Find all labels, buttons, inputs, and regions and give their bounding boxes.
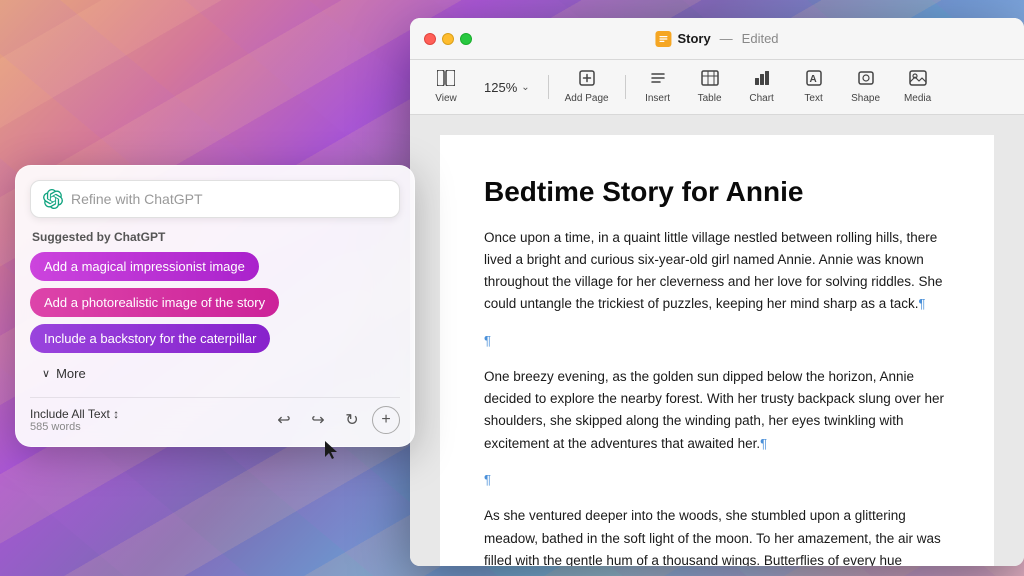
document-area: Bedtime Story for Annie Once upon a time… xyxy=(410,115,1024,566)
pilcrow-4: ¶ xyxy=(484,472,491,487)
zoom-control[interactable]: 125% ⌄ xyxy=(474,76,540,99)
svg-text:A: A xyxy=(809,74,816,85)
chatgpt-logo-icon xyxy=(43,189,63,209)
table-toolbar-item[interactable]: Table xyxy=(686,66,734,108)
suggestion-3-button[interactable]: Include a backstory for the caterpillar xyxy=(30,324,270,353)
edited-badge: Edited xyxy=(742,31,779,46)
document-title: Bedtime Story for Annie xyxy=(484,175,950,209)
chatgpt-input-row[interactable]: Refine with ChatGPT xyxy=(30,180,400,218)
text-label: Text xyxy=(804,93,822,104)
chatgpt-footer: Include All Text ↕ 585 words ↩ ↪ ↻ + xyxy=(30,397,400,434)
paragraph-2: One breezy evening, as the golden sun di… xyxy=(484,366,950,455)
footer-actions: ↩ ↪ ↻ + xyxy=(270,406,400,434)
undo-button[interactable]: ↩ xyxy=(270,406,298,434)
media-label: Media xyxy=(904,93,931,104)
minimize-button[interactable] xyxy=(442,33,454,45)
maximize-button[interactable] xyxy=(460,33,472,45)
title-bar-center: Story — Edited xyxy=(655,31,778,47)
chart-icon xyxy=(753,70,771,90)
table-label: Table xyxy=(698,93,722,104)
suggestion-2-button[interactable]: Add a photorealistic image of the story xyxy=(30,288,279,317)
add-page-toolbar-item[interactable]: Add Page xyxy=(557,66,617,108)
toolbar-divider-1 xyxy=(548,75,549,99)
paragraph-break-2: ¶ xyxy=(484,469,950,491)
view-label: View xyxy=(435,93,457,104)
chatgpt-panel: Refine with ChatGPT Suggested by ChatGPT… xyxy=(15,165,415,447)
refresh-button[interactable]: ↻ xyxy=(338,406,366,434)
suggestion-1-button[interactable]: Add a magical impressionist image xyxy=(30,252,259,281)
table-icon xyxy=(701,70,719,90)
window-title: Story xyxy=(677,31,710,46)
add-page-label: Add Page xyxy=(565,93,609,104)
shape-icon xyxy=(857,70,875,90)
view-icon xyxy=(437,70,455,90)
pilcrow-2: ¶ xyxy=(484,333,491,348)
chart-toolbar-item[interactable]: Chart xyxy=(738,66,786,108)
pages-window: Story — Edited View 125% ⌄ xyxy=(410,18,1024,566)
zoom-chevron-icon: ⌄ xyxy=(521,82,529,93)
text-toolbar-item[interactable]: A Text xyxy=(790,66,838,108)
title-separator: — xyxy=(720,31,733,46)
paragraph-3: As she ventured deeper into the woods, s… xyxy=(484,505,950,566)
insert-icon xyxy=(650,70,666,90)
pages-app-icon xyxy=(655,31,671,47)
more-label: More xyxy=(56,366,86,381)
toolbar-divider-2 xyxy=(625,75,626,99)
chatgpt-input[interactable]: Refine with ChatGPT xyxy=(71,191,387,207)
pilcrow-1: ¶ xyxy=(919,296,926,311)
insert-label: Insert xyxy=(645,93,670,104)
media-icon xyxy=(909,70,927,90)
footer-left: Include All Text ↕ 585 words xyxy=(30,407,119,433)
close-button[interactable] xyxy=(424,33,436,45)
more-button[interactable]: ∨ More xyxy=(30,360,98,387)
insert-toolbar-item[interactable]: Insert xyxy=(634,66,682,108)
chevron-down-icon: ∨ xyxy=(42,367,50,380)
word-count: 585 words xyxy=(30,421,119,433)
add-page-icon xyxy=(579,70,595,90)
zoom-value: 125% xyxy=(484,80,517,95)
shape-toolbar-item[interactable]: Shape xyxy=(842,66,890,108)
shape-label: Shape xyxy=(851,93,880,104)
redo-button[interactable]: ↪ xyxy=(304,406,332,434)
paragraph-1: Once upon a time, in a quaint little vil… xyxy=(484,227,950,316)
view-toolbar-item[interactable]: View xyxy=(422,66,470,108)
title-bar: Story — Edited xyxy=(410,18,1024,60)
traffic-lights xyxy=(424,33,472,45)
document-page: Bedtime Story for Annie Once upon a time… xyxy=(440,135,994,566)
paragraph-break-1: ¶ xyxy=(484,330,950,352)
add-button[interactable]: + xyxy=(372,406,400,434)
pilcrow-3: ¶ xyxy=(760,436,767,451)
include-all-text[interactable]: Include All Text ↕ xyxy=(30,407,119,421)
chart-label: Chart xyxy=(749,93,773,104)
text-icon: A xyxy=(806,70,822,90)
media-toolbar-item[interactable]: Media xyxy=(894,66,942,108)
suggestions-label: Suggested by ChatGPT xyxy=(30,230,400,244)
toolbar: View 125% ⌄ Add Page xyxy=(410,60,1024,115)
